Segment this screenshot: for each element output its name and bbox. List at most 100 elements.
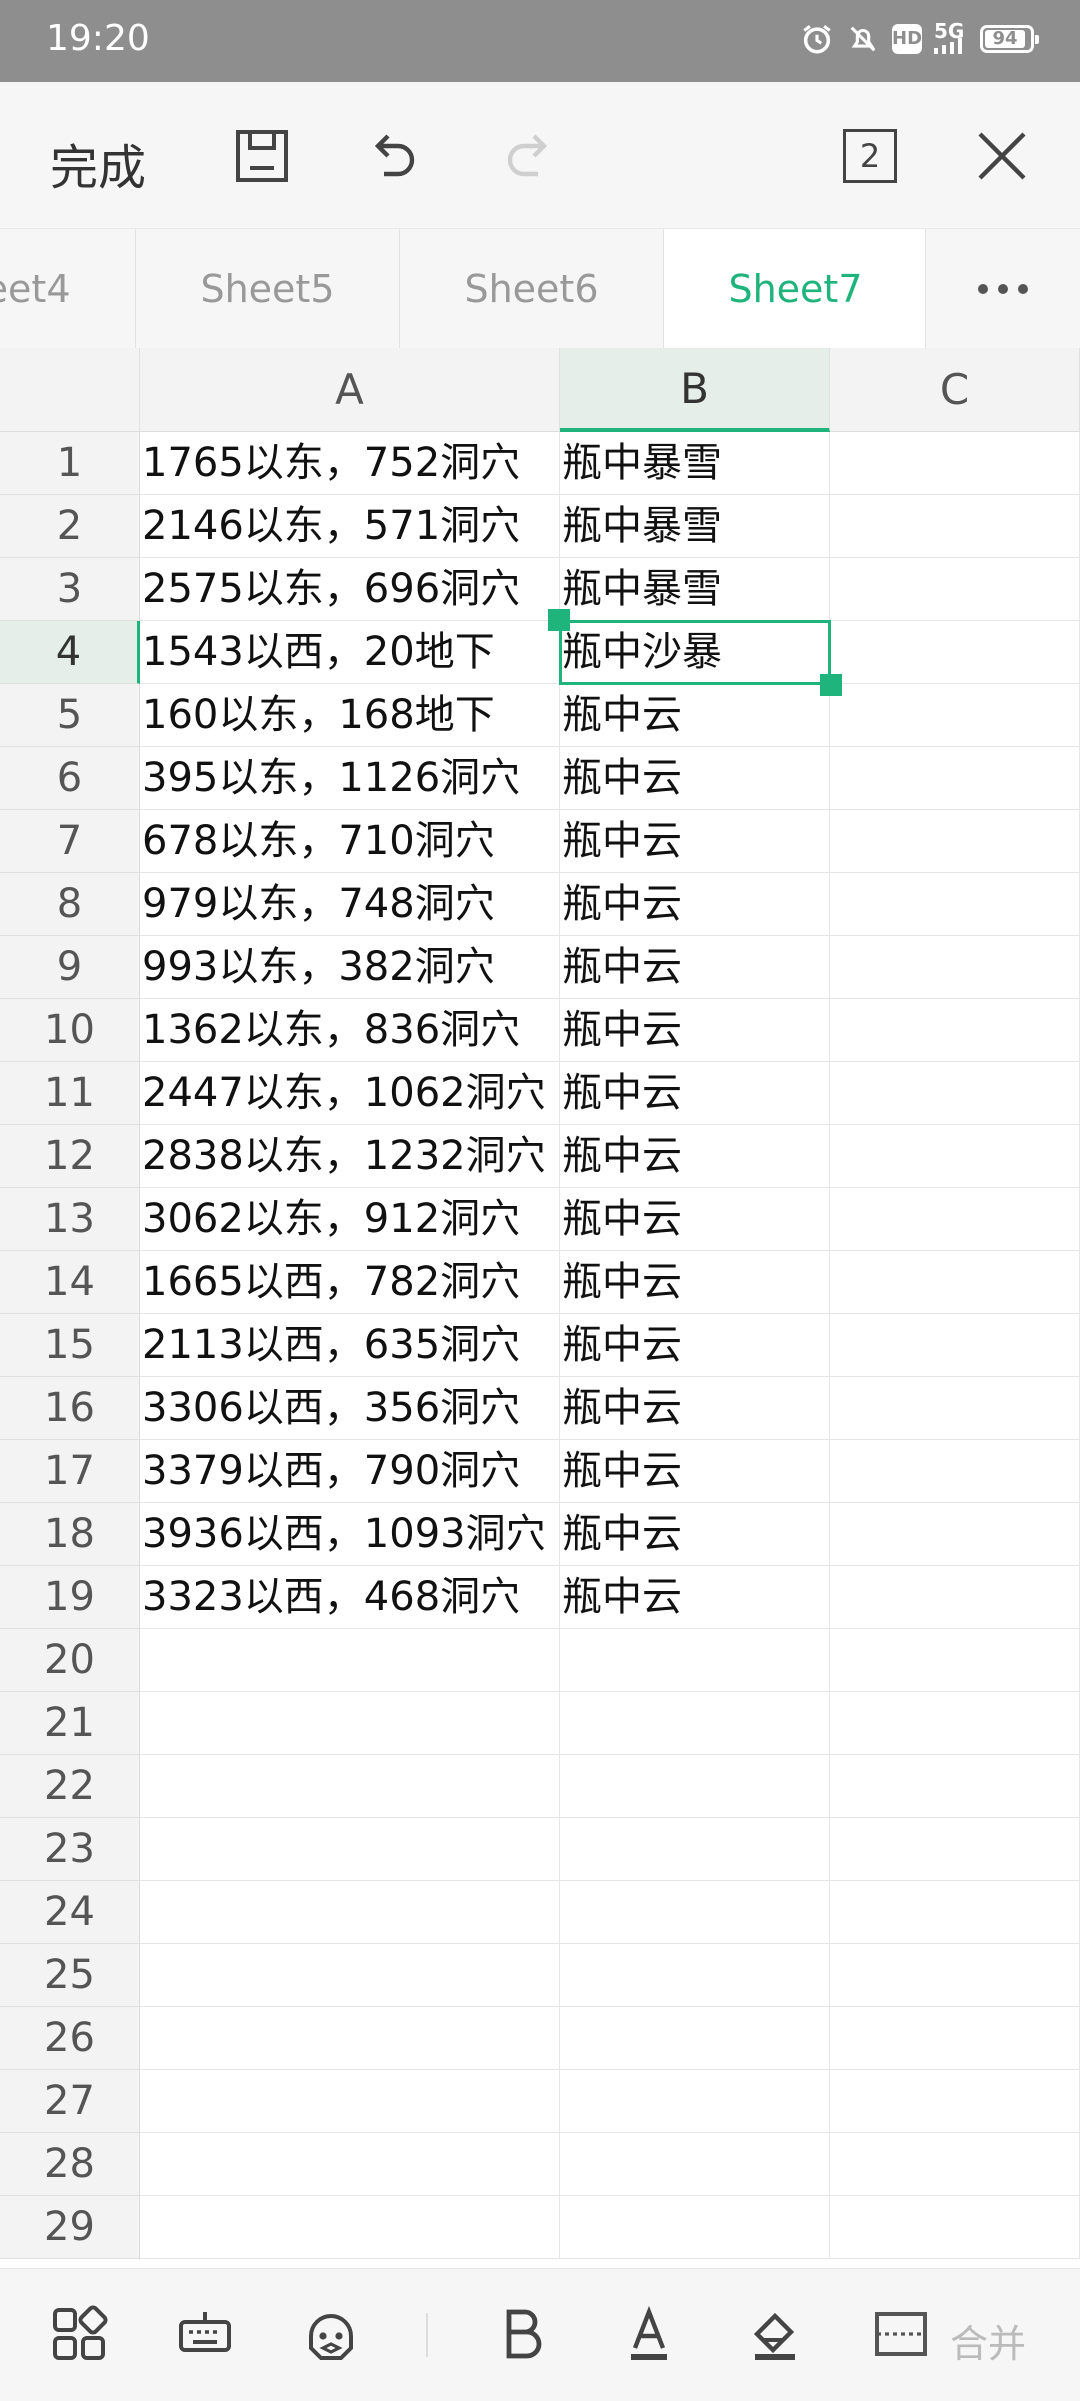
cell-c[interactable]	[830, 1692, 1080, 1755]
tab-sheet6[interactable]: Sheet6	[400, 229, 664, 349]
cell-b[interactable]	[560, 2070, 830, 2133]
cell-b[interactable]	[560, 1881, 830, 1944]
cell-b[interactable]: 瓶中云	[560, 1125, 830, 1188]
row-header[interactable]: 21	[0, 1692, 140, 1755]
cell-a[interactable]	[140, 2007, 560, 2070]
cell-a[interactable]: 993以东，382洞穴	[140, 936, 560, 999]
cell-b[interactable]: 瓶中云	[560, 999, 830, 1062]
cell-c[interactable]	[830, 621, 1080, 684]
row-header[interactable]: 1	[0, 432, 140, 495]
cell-a[interactable]	[140, 2133, 560, 2196]
cell-b[interactable]: 瓶中云	[560, 873, 830, 936]
cell-a[interactable]	[140, 1881, 560, 1944]
cell-c[interactable]	[830, 747, 1080, 810]
cell-a[interactable]: 2575以东，696洞穴	[140, 558, 560, 621]
row-header[interactable]: 5	[0, 684, 140, 747]
cell-b[interactable]	[560, 1755, 830, 1818]
cell-c[interactable]	[830, 684, 1080, 747]
cell-c[interactable]	[830, 1440, 1080, 1503]
cell-c[interactable]	[830, 810, 1080, 873]
cell-c[interactable]	[830, 1818, 1080, 1881]
cell-c[interactable]	[830, 936, 1080, 999]
cell-a[interactable]: 3306以西，356洞穴	[140, 1377, 560, 1440]
column-header-a[interactable]: A	[140, 348, 560, 432]
cell-a[interactable]: 2838以东，1232洞穴	[140, 1125, 560, 1188]
cell-a[interactable]	[140, 2070, 560, 2133]
cell-a[interactable]: 1543以西，20地下	[140, 621, 560, 684]
cell-c[interactable]	[830, 2007, 1080, 2070]
cell-a[interactable]: 3936以西，1093洞穴	[140, 1503, 560, 1566]
row-header[interactable]: 24	[0, 1881, 140, 1944]
tab-sheet7[interactable]: Sheet7	[664, 229, 928, 349]
bold-button[interactable]	[488, 2299, 558, 2369]
cell-a[interactable]: 3062以东，912洞穴	[140, 1188, 560, 1251]
cell-c[interactable]	[830, 495, 1080, 558]
cell-c[interactable]	[830, 432, 1080, 495]
cell-a[interactable]: 1765以东，752洞穴	[140, 432, 560, 495]
column-header-b[interactable]: B	[560, 348, 830, 432]
cell-a[interactable]: 1362以东，836洞穴	[140, 999, 560, 1062]
cell-a[interactable]: 979以东，748洞穴	[140, 873, 560, 936]
assistant-button[interactable]	[296, 2299, 366, 2369]
cell-c[interactable]	[830, 1566, 1080, 1629]
cell-c[interactable]	[830, 558, 1080, 621]
cell-c[interactable]	[830, 1062, 1080, 1125]
redo-button[interactable]	[490, 118, 566, 194]
cell-b[interactable]	[560, 2007, 830, 2070]
tab-sheet5[interactable]: Sheet5	[136, 229, 400, 349]
cell-b[interactable]	[560, 2133, 830, 2196]
cell-b[interactable]: 瓶中云	[560, 1566, 830, 1629]
cell-c[interactable]	[830, 2133, 1080, 2196]
cell-c[interactable]	[830, 873, 1080, 936]
cell-c[interactable]	[830, 1251, 1080, 1314]
row-header[interactable]: 14	[0, 1251, 140, 1314]
row-header[interactable]: 8	[0, 873, 140, 936]
cell-b[interactable]: 瓶中云	[560, 810, 830, 873]
row-header[interactable]: 13	[0, 1188, 140, 1251]
font-color-button[interactable]	[614, 2299, 684, 2369]
cell-c[interactable]	[830, 1314, 1080, 1377]
row-header[interactable]: 2	[0, 495, 140, 558]
row-header[interactable]: 25	[0, 1944, 140, 2007]
row-header[interactable]: 4	[0, 621, 140, 684]
cell-a[interactable]: 2113以西，635洞穴	[140, 1314, 560, 1377]
cell-a[interactable]	[140, 1755, 560, 1818]
cell-c[interactable]	[830, 1503, 1080, 1566]
cell-c[interactable]	[830, 1881, 1080, 1944]
row-header[interactable]: 29	[0, 2196, 140, 2259]
spreadsheet-grid[interactable]: A B C 1 1765以东，752洞穴 瓶中暴雪 2 2146以东，571洞穴 瓶中暴雪…	[0, 348, 1080, 2268]
row-header[interactable]: 6	[0, 747, 140, 810]
merge-cells-button[interactable]	[866, 2299, 936, 2369]
more-tabs-button[interactable]	[925, 229, 1080, 349]
save-button[interactable]	[224, 118, 300, 194]
cell-c[interactable]	[830, 1125, 1080, 1188]
cell-b[interactable]: 瓶中云	[560, 747, 830, 810]
cell-a[interactable]	[140, 2196, 560, 2259]
cell-c[interactable]	[830, 1377, 1080, 1440]
row-header[interactable]: 15	[0, 1314, 140, 1377]
cell-b[interactable]: 瓶中云	[560, 1377, 830, 1440]
tab-sheet4[interactable]: Sheet4	[0, 229, 136, 349]
cell-a[interactable]	[140, 1629, 560, 1692]
row-header[interactable]: 22	[0, 1755, 140, 1818]
cell-a[interactable]: 2447以东，1062洞穴	[140, 1062, 560, 1125]
row-header[interactable]: 10	[0, 999, 140, 1062]
cell-b[interactable]	[560, 1629, 830, 1692]
cell-c[interactable]	[830, 1755, 1080, 1818]
column-header-c[interactable]: C	[830, 348, 1080, 432]
cell-b[interactable]: 瓶中云	[560, 1503, 830, 1566]
cell-c[interactable]	[830, 999, 1080, 1062]
cell-b[interactable]: 瓶中云	[560, 684, 830, 747]
fill-color-button[interactable]	[740, 2299, 810, 2369]
cell-a[interactable]: 160以东，168地下	[140, 684, 560, 747]
row-header[interactable]: 27	[0, 2070, 140, 2133]
row-header[interactable]: 20	[0, 1629, 140, 1692]
row-header[interactable]: 17	[0, 1440, 140, 1503]
cell-c[interactable]	[830, 2070, 1080, 2133]
keyboard-button[interactable]	[170, 2299, 240, 2369]
row-header[interactable]: 19	[0, 1566, 140, 1629]
row-header[interactable]: 11	[0, 1062, 140, 1125]
cell-a[interactable]: 3379以西，790洞穴	[140, 1440, 560, 1503]
row-header[interactable]: 18	[0, 1503, 140, 1566]
cell-b[interactable]: 瓶中暴雪	[560, 558, 830, 621]
